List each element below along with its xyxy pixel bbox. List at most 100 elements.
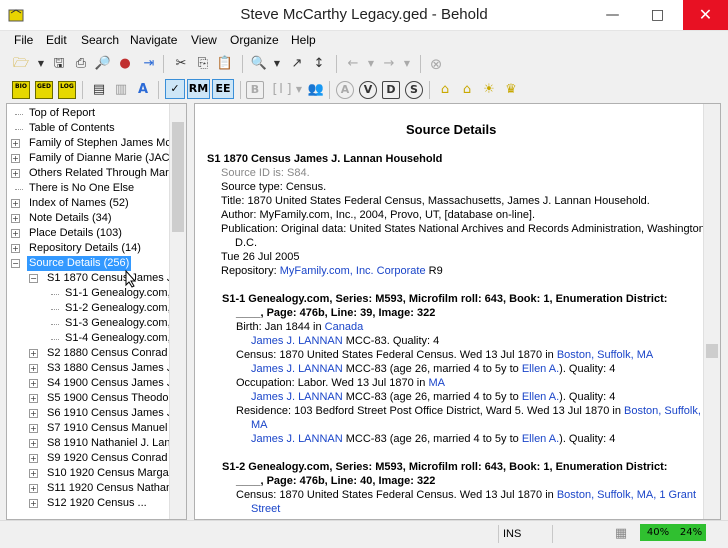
find-dropdown-icon[interactable]: ▼ bbox=[268, 55, 286, 73]
s-circle-icon[interactable]: S bbox=[405, 81, 423, 99]
tree-expander-icon[interactable]: + bbox=[29, 364, 38, 373]
tree-item[interactable]: S8 1910 Nathaniel J. Lann bbox=[45, 436, 179, 451]
menu-navigate[interactable]: Navigate bbox=[130, 33, 177, 47]
format-dropdown-icon[interactable]: ▼ bbox=[290, 81, 308, 99]
home-people-icon[interactable]: ⌂ bbox=[436, 81, 454, 99]
tree-expander-icon[interactable]: + bbox=[11, 154, 20, 163]
tree-expander-icon[interactable]: + bbox=[11, 139, 20, 148]
tree-expander-icon[interactable]: + bbox=[29, 379, 38, 388]
tree-item[interactable]: S11 1920 Census Nathan bbox=[45, 481, 174, 496]
person-link[interactable]: James J. LANNAN bbox=[251, 335, 343, 347]
report-scrollbar[interactable] bbox=[703, 104, 720, 519]
font-icon[interactable]: A bbox=[134, 81, 152, 99]
tree-item[interactable]: S1-1 Genealogy.com, bbox=[63, 286, 173, 301]
tree-item[interactable]: Table of Contents bbox=[27, 121, 117, 136]
tree-expander-icon[interactable]: + bbox=[29, 424, 38, 433]
log-icon[interactable]: LOG bbox=[58, 81, 76, 99]
tree-item[interactable]: Place Details (103) bbox=[27, 226, 124, 241]
minimize-button[interactable]: — bbox=[590, 0, 635, 30]
ged-icon[interactable]: GED bbox=[35, 81, 53, 99]
tree-item[interactable]: S1-3 Genealogy.com, bbox=[63, 316, 173, 331]
find-icon[interactable]: 🔍 bbox=[250, 55, 268, 73]
tree-item[interactable]: S7 1910 Census Manuel S bbox=[45, 421, 180, 436]
back-dropdown-icon[interactable]: ▼ bbox=[362, 55, 380, 73]
tree-expander-icon[interactable]: + bbox=[29, 439, 38, 448]
bold-icon[interactable]: B bbox=[246, 81, 264, 99]
stop-icon[interactable]: ⊗ bbox=[427, 55, 445, 73]
save-icon[interactable]: 🖫 bbox=[50, 55, 68, 73]
tree-expander-icon[interactable]: + bbox=[29, 349, 38, 358]
cut-icon[interactable]: ✂ bbox=[172, 55, 190, 73]
open-folder-icon[interactable]: 🗁 bbox=[12, 55, 30, 73]
find-all-icon[interactable]: ↕ bbox=[310, 55, 328, 73]
export-icon[interactable]: ● bbox=[116, 55, 134, 73]
tree-expander-icon[interactable]: + bbox=[11, 169, 20, 178]
tree-expander-icon[interactable]: − bbox=[29, 274, 38, 283]
tree-item[interactable]: S1-4 Genealogy.com, bbox=[63, 331, 173, 346]
tree-item[interactable]: S1 1870 Census James J bbox=[45, 271, 174, 286]
person-link[interactable]: James J. LANNAN bbox=[251, 433, 343, 445]
place-link[interactable]: Boston, Suffolk, MA, 1 Grant bbox=[557, 489, 696, 501]
bio-icon[interactable]: BIO bbox=[12, 81, 30, 99]
tree-item[interactable]: Others Related Through Marr bbox=[27, 166, 174, 181]
forward-arrow-icon[interactable]: → bbox=[380, 55, 398, 73]
menu-file[interactable]: File bbox=[14, 33, 33, 47]
report-scrollbar-thumb[interactable] bbox=[706, 344, 718, 358]
lightbulb-icon[interactable]: ☀ bbox=[480, 81, 498, 99]
tree-expander-icon[interactable]: + bbox=[29, 454, 38, 463]
menu-search[interactable]: Search bbox=[81, 33, 119, 47]
tree-item[interactable]: Note Details (34) bbox=[27, 211, 114, 226]
tree-item[interactable]: S6 1910 Census James J bbox=[45, 406, 174, 421]
person-link[interactable]: James J. LANNAN bbox=[251, 363, 343, 375]
contents-tree[interactable]: Top of Report Table of Contents + Family of… bbox=[6, 103, 187, 520]
tree-item[interactable]: There is No One Else bbox=[27, 181, 136, 196]
tree-expander-icon[interactable]: + bbox=[11, 214, 20, 223]
place-link[interactable]: Canada bbox=[325, 321, 364, 333]
tree-expander-icon[interactable]: + bbox=[29, 409, 38, 418]
paste-icon[interactable]: 📋 bbox=[216, 55, 234, 73]
tree-item[interactable]: S3 1880 Census James J bbox=[45, 361, 174, 376]
ee-toggle[interactable]: EE bbox=[212, 79, 234, 99]
crown-icon[interactable]: ♛ bbox=[502, 81, 520, 99]
back-arrow-icon[interactable]: ← bbox=[344, 55, 362, 73]
tree-expander-icon[interactable]: + bbox=[11, 199, 20, 208]
copy-icon[interactable]: ⎘ bbox=[194, 55, 212, 73]
tree-expander-icon[interactable]: + bbox=[29, 484, 38, 493]
split-pane-icon[interactable]: ▥ bbox=[112, 81, 130, 99]
maximize-button[interactable]: □ bbox=[635, 0, 680, 30]
tree-item[interactable]: Family of Dianne Marie (JACK bbox=[27, 151, 179, 166]
place-link[interactable]: Boston, Suffolk, bbox=[624, 405, 701, 417]
spouse-link[interactable]: Ellen A. bbox=[522, 391, 559, 403]
menu-organize[interactable]: Organize bbox=[230, 33, 279, 47]
tree-expander-icon[interactable]: + bbox=[29, 394, 38, 403]
report-view[interactable]: Source Details S1 1870 Census James J. L… bbox=[194, 103, 721, 520]
menu-help[interactable]: Help bbox=[291, 33, 316, 47]
tree-item[interactable]: S10 1920 Census Margar bbox=[45, 466, 174, 481]
close-button[interactable]: ✕ bbox=[683, 0, 728, 30]
tree-expander-icon[interactable]: − bbox=[11, 259, 20, 268]
menu-edit[interactable]: Edit bbox=[46, 33, 67, 47]
tree-item[interactable]: S1-2 Genealogy.com, bbox=[63, 301, 173, 316]
tree-item[interactable]: S9 1920 Census Conrad J bbox=[45, 451, 178, 466]
print-preview-icon[interactable]: 🔎 bbox=[94, 55, 112, 73]
tree-item[interactable]: Top of Report bbox=[27, 106, 97, 121]
tree-scrollbar[interactable] bbox=[169, 104, 186, 519]
d-box-icon[interactable]: D bbox=[382, 81, 400, 99]
tree-item[interactable]: S2 1880 Census Conrad bbox=[45, 346, 169, 361]
tree-item[interactable]: S12 1920 Census ... bbox=[45, 496, 149, 511]
open-dropdown-icon[interactable]: ▼ bbox=[32, 55, 50, 73]
forward-dropdown-icon[interactable]: ▼ bbox=[398, 55, 416, 73]
place-link[interactable]: MA bbox=[428, 377, 445, 389]
tree-item[interactable]: Repository Details (14) bbox=[27, 241, 143, 256]
tree-item[interactable]: Source Details (256) bbox=[27, 256, 132, 271]
a-circle-icon[interactable]: A bbox=[336, 81, 354, 99]
tree-item[interactable]: Family of Stephen James McC bbox=[27, 136, 181, 151]
v-circle-icon[interactable]: V bbox=[359, 81, 377, 99]
rm-toggle[interactable]: RM bbox=[187, 79, 210, 99]
tree-item[interactable]: Index of Names (52) bbox=[27, 196, 131, 211]
place-link[interactable]: Boston, Suffolk, MA bbox=[557, 349, 653, 361]
tree-item[interactable]: S4 1900 Census James J bbox=[45, 376, 174, 391]
menu-view[interactable]: View bbox=[191, 33, 217, 47]
residence-place-cont[interactable]: MA bbox=[251, 418, 268, 432]
tree-scrollbar-thumb[interactable] bbox=[172, 122, 184, 232]
